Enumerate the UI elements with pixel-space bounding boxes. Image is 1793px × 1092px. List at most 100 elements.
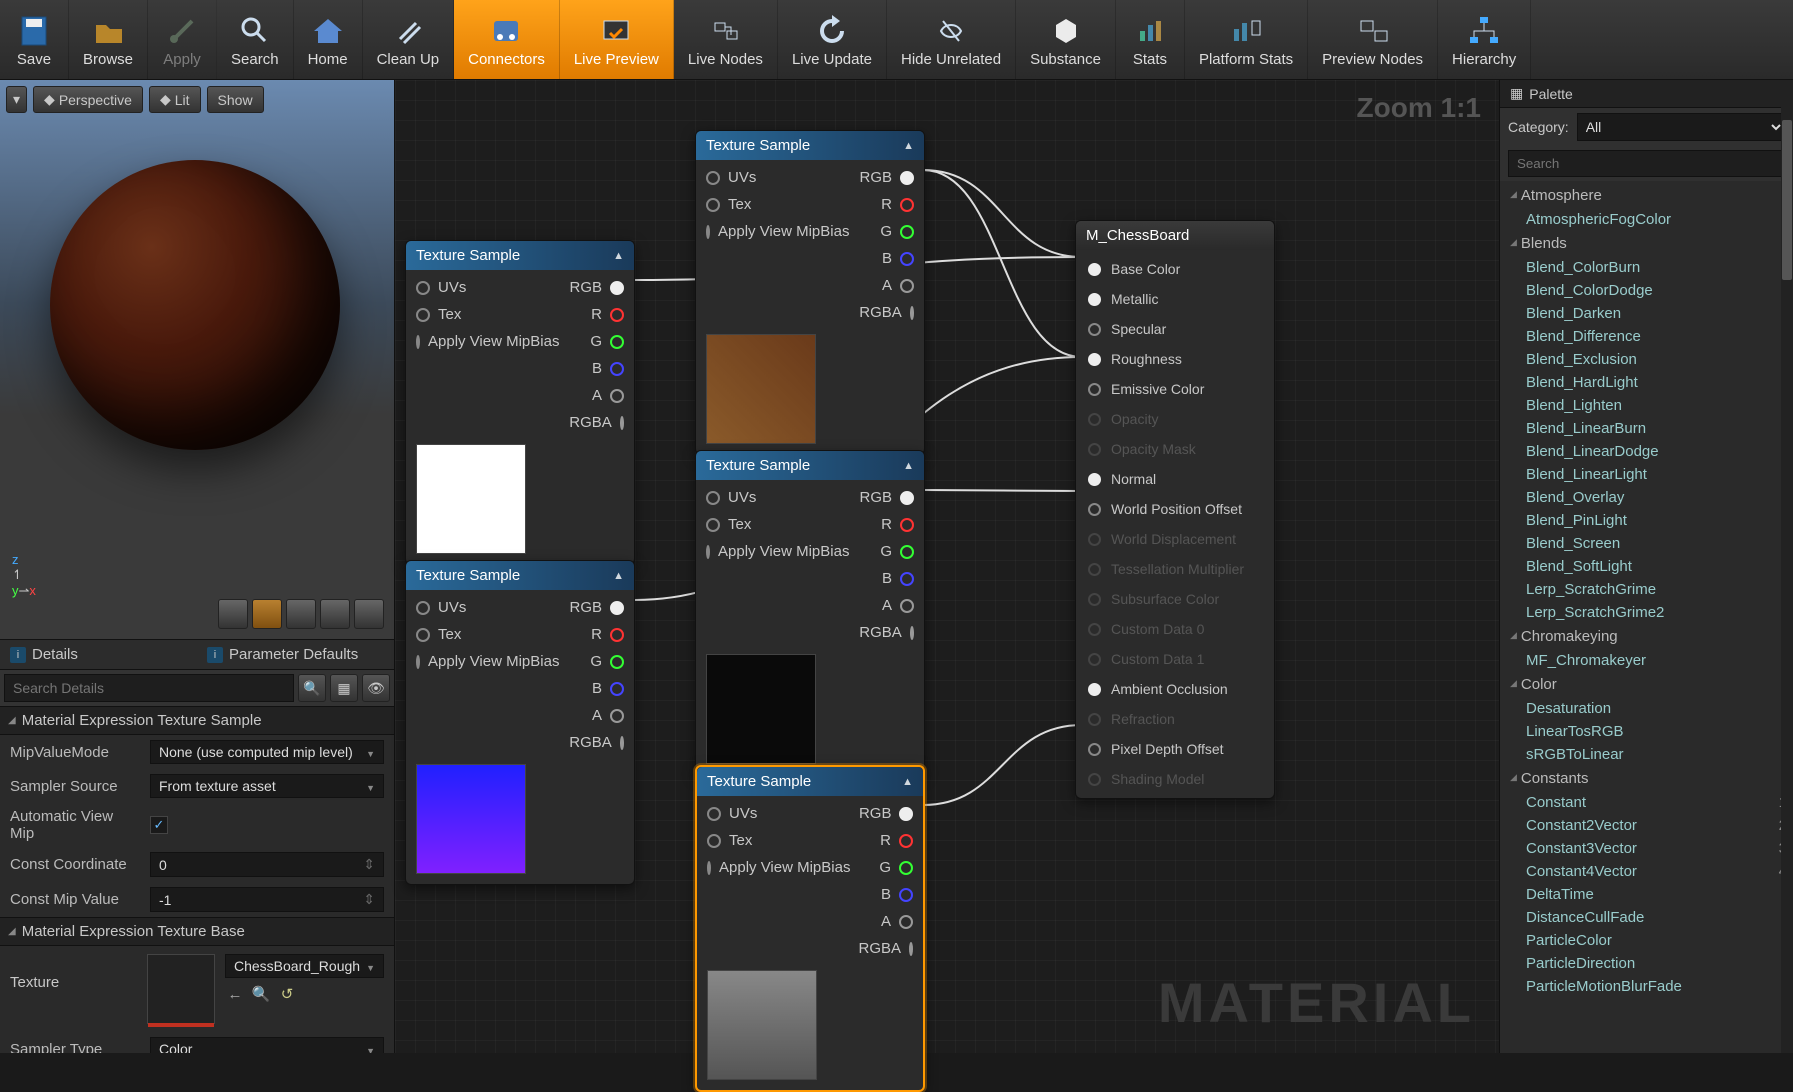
palette-category[interactable]: Atmosphere <box>1504 183 1793 208</box>
palette-item[interactable]: Blend_Difference <box>1504 325 1793 348</box>
palette-item[interactable]: Blend_LinearLight <box>1504 463 1793 486</box>
details-eye-button[interactable]: 👁 <box>362 674 390 702</box>
pin-out-RGBA[interactable]: RGBA <box>559 729 634 756</box>
pin-out-RGBA[interactable]: RGBA <box>849 935 923 962</box>
toolbar-stats-button[interactable]: Stats <box>1116 0 1185 79</box>
palette-item[interactable]: Blend_SoftLight <box>1504 555 1793 578</box>
pin-in-Apply-View-MipBias[interactable]: Apply View MipBias <box>696 538 849 565</box>
pin-out-B[interactable]: B <box>849 565 924 592</box>
palette-item[interactable]: Blend_ColorDodge <box>1504 279 1793 302</box>
pin-in-Apply-View-MipBias[interactable]: Apply View MipBias <box>697 854 849 881</box>
toolbar-search-button[interactable]: Search <box>217 0 294 79</box>
pin-out-RGB[interactable]: RGB <box>849 164 924 191</box>
node-collapse-icon[interactable]: ▲ <box>613 570 624 582</box>
toolbar-hideunrelated-button[interactable]: Hide Unrelated <box>887 0 1016 79</box>
palette-item[interactable]: ParticleDirection <box>1504 952 1793 975</box>
pin-out-A[interactable]: A <box>559 382 634 409</box>
palette-item[interactable]: Blend_Darken <box>1504 302 1793 325</box>
pin-out-RGB[interactable]: RGB <box>559 274 634 301</box>
node-collapse-icon[interactable]: ▲ <box>613 250 624 262</box>
pin-out-A[interactable]: A <box>559 702 634 729</box>
master-pin-Roughness[interactable]: Roughness <box>1076 344 1274 374</box>
texture-asset-dropdown[interactable]: ChessBoard_Rough <box>225 954 384 978</box>
pin-out-RGB[interactable]: RGB <box>849 800 923 827</box>
toolbar-livenodes-button[interactable]: Live Nodes <box>674 0 778 79</box>
pin-out-R[interactable]: R <box>849 191 924 218</box>
shape-mesh-button[interactable] <box>354 599 384 629</box>
toolbar-livepreview-button[interactable]: Live Preview <box>560 0 674 79</box>
texture-sample-node[interactable]: Texture Sample▲ UVsTexApply View MipBias… <box>695 130 925 455</box>
asset-reset-icon[interactable]: ↺ <box>277 984 297 1004</box>
pin-out-G[interactable]: G <box>849 218 924 245</box>
asset-browse-icon[interactable]: 🔍 <box>251 984 271 1004</box>
texture-sample-node[interactable]: Texture Sample▲ UVsTexApply View MipBias… <box>695 765 925 1092</box>
palette-item[interactable]: Lerp_ScratchGrime2 <box>1504 601 1793 624</box>
pin-out-B[interactable]: B <box>849 881 923 908</box>
details-grid-button[interactable]: ▦ <box>330 674 358 702</box>
pin-out-RGB[interactable]: RGB <box>849 484 924 511</box>
shape-cube-button[interactable] <box>320 599 350 629</box>
viewport-perspective-button[interactable]: ◆ Perspective <box>33 86 143 113</box>
texture-sample-node[interactable]: Texture Sample▲ UVsTexApply View MipBias… <box>695 450 925 775</box>
palette-item[interactable]: Blend_LinearDodge <box>1504 440 1793 463</box>
pin-in-Apply-View-MipBias[interactable]: Apply View MipBias <box>406 328 559 355</box>
toolbar-home-button[interactable]: Home <box>294 0 363 79</box>
palette-category[interactable]: Blends <box>1504 231 1793 256</box>
pin-out-B[interactable]: B <box>559 675 634 702</box>
palette-item[interactable]: Constant3Vector3 <box>1504 837 1793 860</box>
texture-sample-node[interactable]: Texture Sample▲ UVsTexApply View MipBias… <box>405 240 635 565</box>
pin-out-G[interactable]: G <box>559 328 634 355</box>
pin-in-Tex[interactable]: Tex <box>406 621 559 648</box>
viewport-3d[interactable]: ▾ ◆ Perspective ◆ Lit Show z↿y⇀x <box>0 80 394 640</box>
palette-tab[interactable]: ▦ Palette <box>1500 80 1793 108</box>
prop-number[interactable]: -1⇕ <box>150 887 384 912</box>
master-pin-Emissive-Color[interactable]: Emissive Color <box>1076 374 1274 404</box>
pin-out-G[interactable]: G <box>849 854 923 881</box>
palette-item[interactable]: Desaturation <box>1504 697 1793 720</box>
viewport-lit-button[interactable]: ◆ Lit <box>149 86 201 113</box>
palette-item[interactable]: sRGBToLinear <box>1504 743 1793 766</box>
texture-thumbnail[interactable] <box>147 954 215 1024</box>
palette-category[interactable]: Color <box>1504 672 1793 697</box>
prop-dropdown[interactable]: None (use computed mip level) <box>150 740 384 764</box>
prop-checkbox[interactable] <box>150 816 168 834</box>
pin-out-B[interactable]: B <box>849 245 924 272</box>
toolbar-save-button[interactable]: Save <box>0 0 69 79</box>
texture-sample-node[interactable]: Texture Sample▲ UVsTexApply View MipBias… <box>405 560 635 885</box>
pin-out-R[interactable]: R <box>849 511 924 538</box>
toolbar-substance-button[interactable]: Substance <box>1016 0 1116 79</box>
pin-in-Tex[interactable]: Tex <box>406 301 559 328</box>
palette-list[interactable]: AtmosphereAtmosphericFogColorBlendsBlend… <box>1500 181 1793 1053</box>
pin-in-UVs[interactable]: UVs <box>696 484 849 511</box>
palette-item[interactable]: DeltaTime <box>1504 883 1793 906</box>
node-collapse-icon[interactable]: ▲ <box>902 776 913 788</box>
asset-back-icon[interactable]: ← <box>225 984 245 1004</box>
palette-item[interactable]: Blend_Screen <box>1504 532 1793 555</box>
palette-item[interactable]: Blend_Exclusion <box>1504 348 1793 371</box>
prop-dropdown[interactable]: From texture asset <box>150 774 384 798</box>
pin-in-Tex[interactable]: Tex <box>697 827 849 854</box>
search-details-input[interactable] <box>4 674 294 702</box>
toolbar-cleanup-button[interactable]: Clean Up <box>363 0 455 79</box>
pin-in-Apply-View-MipBias[interactable]: Apply View MipBias <box>696 218 849 245</box>
palette-item[interactable]: ParticleMotionBlurFade <box>1504 975 1793 998</box>
tab-parameter-defaults[interactable]: iParameter Defaults <box>197 640 394 669</box>
pin-out-RGB[interactable]: RGB <box>559 594 634 621</box>
palette-item[interactable]: Constant2Vector2 <box>1504 814 1793 837</box>
tab-details[interactable]: iDetails <box>0 640 197 669</box>
toolbar-previewnodes-button[interactable]: Preview Nodes <box>1308 0 1438 79</box>
master-pin-Pixel-Depth-Offset[interactable]: Pixel Depth Offset <box>1076 734 1274 764</box>
toolbar-browse-button[interactable]: Browse <box>69 0 148 79</box>
master-pin-Specular[interactable]: Specular <box>1076 314 1274 344</box>
palette-item[interactable]: DistanceCullFade <box>1504 906 1793 929</box>
section-header[interactable]: Material Expression Texture Base <box>0 917 394 946</box>
pin-out-RGBA[interactable]: RGBA <box>849 619 924 646</box>
master-pin-Ambient-Occlusion[interactable]: Ambient Occlusion <box>1076 674 1274 704</box>
pin-in-Tex[interactable]: Tex <box>696 511 849 538</box>
pin-out-R[interactable]: R <box>559 621 634 648</box>
pin-out-B[interactable]: B <box>559 355 634 382</box>
palette-search-input[interactable] <box>1508 150 1785 177</box>
prop-number[interactable]: 0⇕ <box>150 852 384 877</box>
viewport-show-button[interactable]: Show <box>207 86 264 113</box>
pin-out-A[interactable]: A <box>849 908 923 935</box>
